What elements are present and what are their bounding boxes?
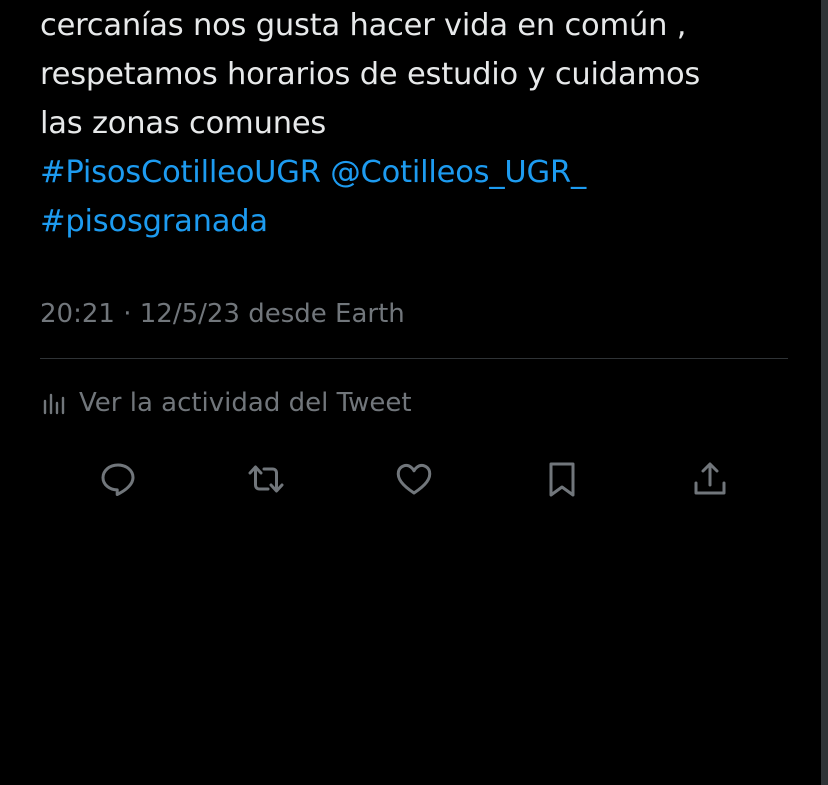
mention-link[interactable]: @Cotilleos_UGR_ <box>330 155 586 190</box>
tweet-text: cercanías nos gusta hacer vida en común … <box>40 1 780 246</box>
retweet-icon <box>248 465 284 493</box>
tweet-time[interactable]: 20:21 <box>40 299 115 329</box>
scroll-edge <box>821 0 828 785</box>
bookmark-icon <box>549 462 575 497</box>
retweet-button[interactable] <box>243 456 289 502</box>
share-icon <box>694 462 726 495</box>
hashtag-link[interactable]: #PisosCotilleoUGR <box>40 155 321 190</box>
tweet-metadata: 20:21 · 12/5/23 desde Earth <box>40 296 405 332</box>
tweet-text-line: respetamos horarios de estudio y cuidamo… <box>40 57 701 92</box>
like-button[interactable] <box>391 456 437 502</box>
view-activity-button[interactable]: Ver la actividad del Tweet <box>40 383 412 423</box>
bar-chart-icon <box>40 389 68 417</box>
hashtag-link[interactable]: #pisosgranada <box>40 204 268 239</box>
view-activity-label: Ver la actividad del Tweet <box>79 388 412 418</box>
reply-icon <box>101 463 135 496</box>
tweet-text-line: cercanías nos gusta hacer vida en común … <box>40 8 687 43</box>
reply-button[interactable] <box>95 456 141 502</box>
tweet-links-line: #PisosCotilleoUGR @Cotilleos_UGR_ <box>40 148 780 197</box>
tweet-action-bar <box>0 456 828 502</box>
heart-icon <box>396 463 432 495</box>
bookmark-button[interactable] <box>539 456 585 502</box>
tweet-source: desde Earth <box>248 299 405 329</box>
meta-separator: · <box>123 299 132 329</box>
tweet-date[interactable]: 12/5/23 <box>140 299 240 329</box>
tweet-text-line: las zonas comunes <box>40 106 327 141</box>
divider <box>40 358 788 359</box>
tweet-links-line: #pisosgranada <box>40 197 780 246</box>
share-button[interactable] <box>687 456 733 502</box>
